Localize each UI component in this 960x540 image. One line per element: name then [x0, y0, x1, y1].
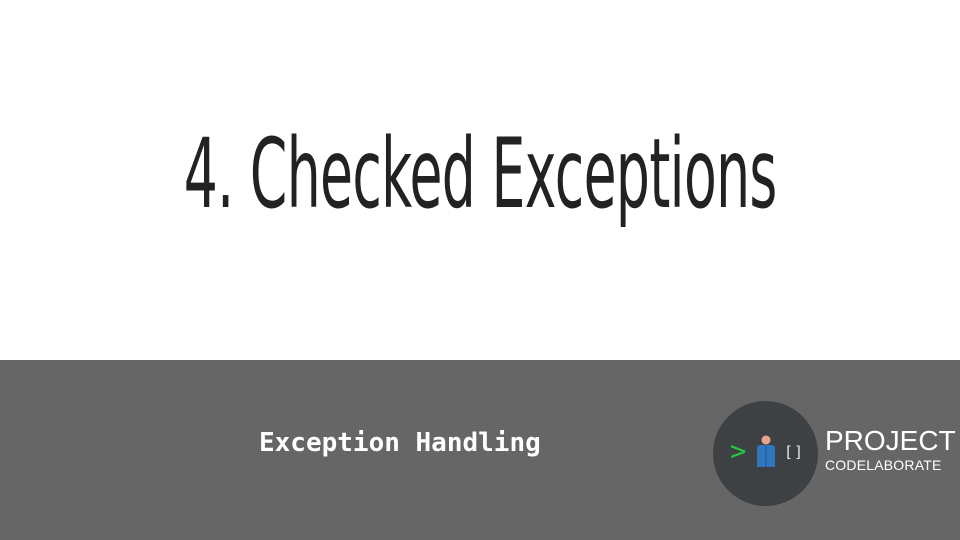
logo-badge: > [] — [713, 401, 818, 506]
person-head — [761, 435, 771, 445]
person-body-seam — [765, 445, 767, 467]
person-icon — [757, 435, 775, 467]
slide-title: 4. Checked Exceptions — [0, 118, 960, 230]
logo-wordmark-project: PROJECT — [825, 425, 956, 456]
slide-subtitle: Exception Handling — [259, 428, 541, 458]
title-area: 4. Checked Exceptions — [0, 0, 960, 360]
project-codelaborate-logo: > [] PROJECT CODELABORATE — [713, 401, 956, 506]
footer-bar: Exception Handling > [] PROJECT CODELABO… — [0, 360, 960, 540]
logo-wordmark-codelaborate: CODELABORATE — [825, 457, 942, 473]
slide-title-text: 4. Checked Exceptions — [183, 118, 778, 230]
prompt-icon: > — [730, 436, 747, 467]
brackets-icon: [] — [784, 443, 805, 461]
